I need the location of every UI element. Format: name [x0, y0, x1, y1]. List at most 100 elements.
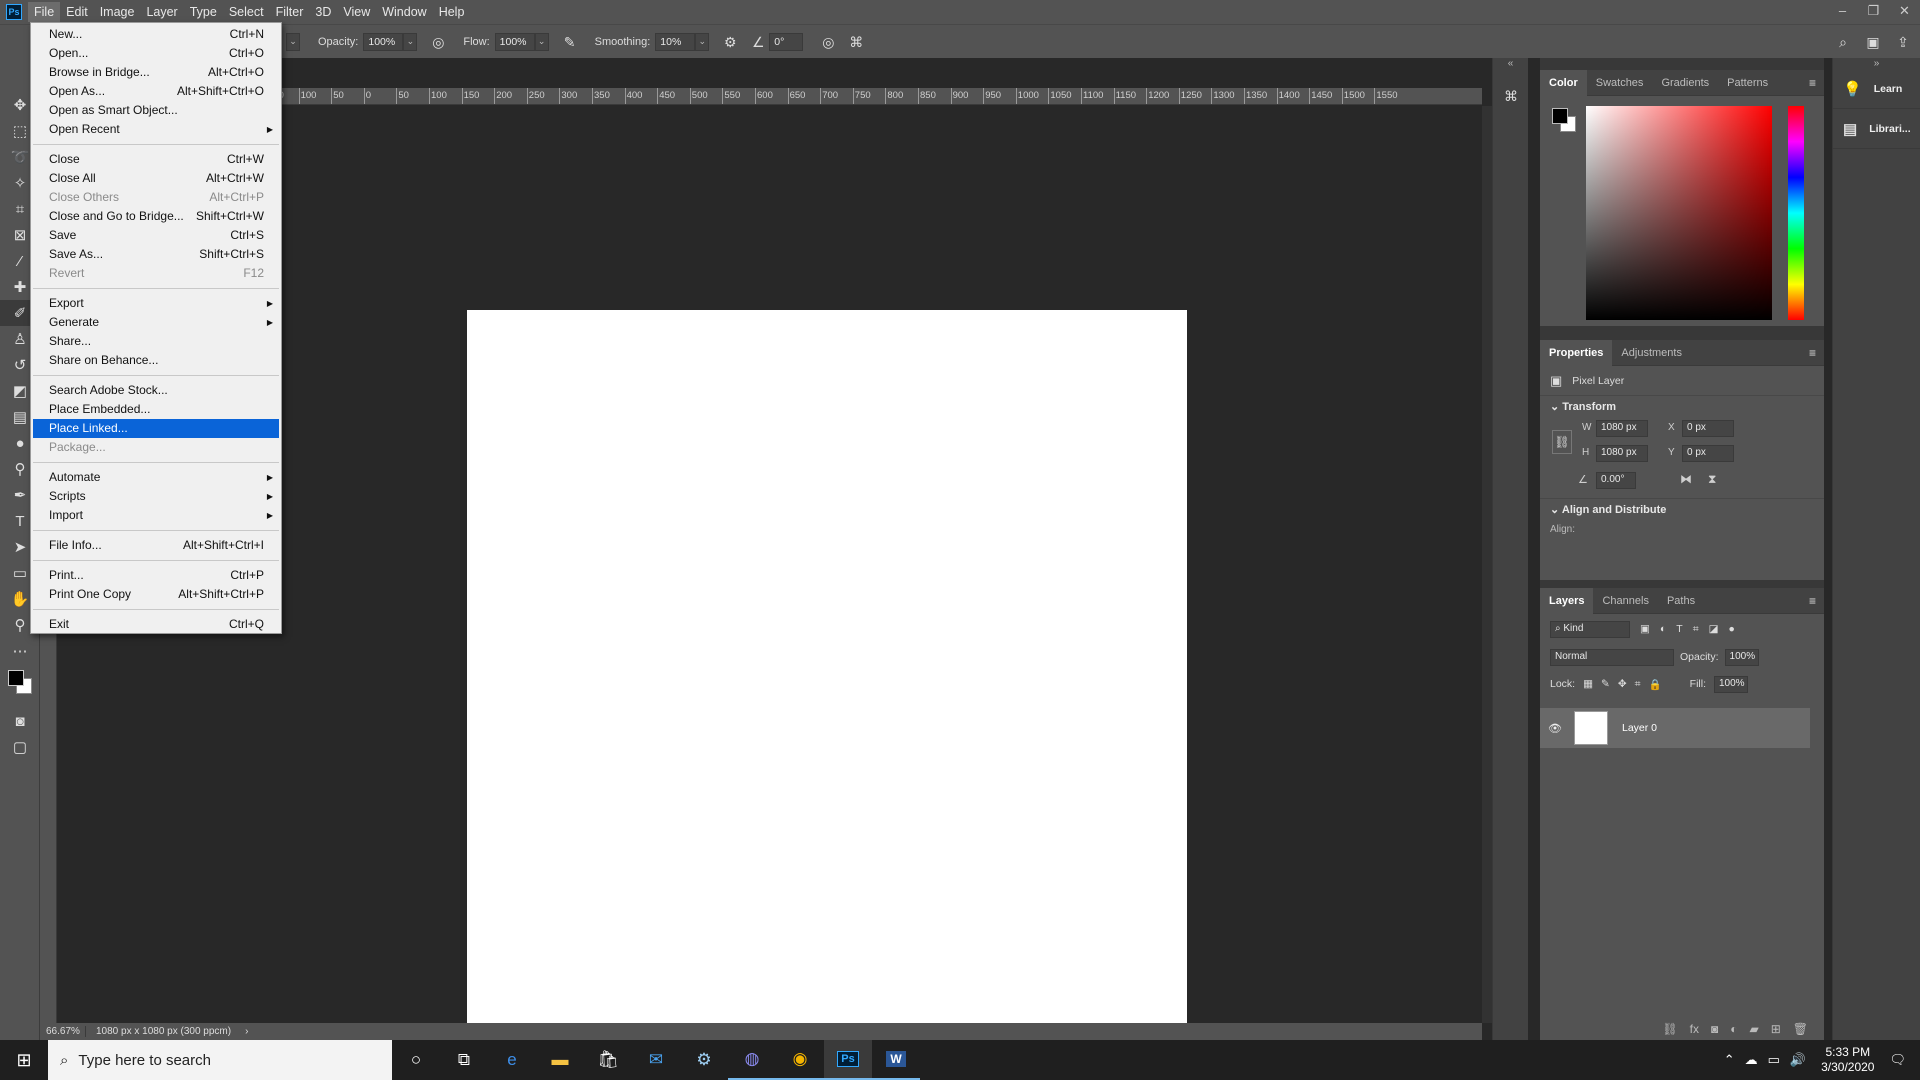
file-menu-item-file-info[interactable]: File Info... Alt+Shift+Ctrl+I: [31, 536, 281, 555]
menu-view[interactable]: View: [337, 2, 376, 22]
smoothing-caret[interactable]: ⌄: [695, 32, 710, 51]
new-layer-icon[interactable]: ⊞: [1771, 1022, 1781, 1036]
collapse-icon[interactable]: »: [1833, 58, 1920, 69]
file-menu-item-close-and-go-to-bridge[interactable]: Close and Go to Bridge... Shift+Ctrl+W: [31, 207, 281, 226]
tab-paths[interactable]: Paths: [1658, 588, 1704, 614]
filter-toggle-icon[interactable]: ●: [1729, 623, 1735, 635]
history-panel-icon[interactable]: ⌘: [1493, 81, 1529, 111]
color-field[interactable]: [1586, 106, 1772, 320]
file-menu-item-save[interactable]: Save Ctrl+S: [31, 226, 281, 245]
tab-swatches[interactable]: Swatches: [1587, 70, 1653, 96]
trash-icon[interactable]: 🗑: [1793, 1022, 1808, 1036]
gear-icon[interactable]: ⚙: [719, 31, 741, 53]
panel-menu-icon[interactable]: ≡: [1809, 76, 1816, 90]
flip-horizontal-icon[interactable]: ⧓: [1680, 472, 1692, 486]
vertical-scrollbar[interactable]: [1482, 106, 1492, 1023]
flow-field[interactable]: 100%: [494, 32, 535, 51]
height-field[interactable]: 1080 px: [1596, 445, 1648, 462]
file-menu-item-save-as[interactable]: Save As... Shift+Ctrl+S: [31, 245, 281, 264]
file-menu-item-automate[interactable]: Automate ▶: [31, 468, 281, 487]
cortana-icon[interactable]: ○: [392, 1040, 440, 1080]
link-icon[interactable]: ⛓: [1552, 430, 1572, 454]
tab-layers[interactable]: Layers: [1540, 587, 1594, 614]
learn-panel-button[interactable]: 💡 Learn: [1833, 69, 1920, 109]
transform-section-title[interactable]: ⌄ Transform: [1540, 396, 1824, 418]
file-explorer-icon[interactable]: ▬: [536, 1040, 584, 1080]
steam-icon[interactable]: ⚙: [680, 1040, 728, 1080]
file-menu-item-search-adobe-stock[interactable]: Search Adobe Stock...: [31, 381, 281, 400]
opacity-caret[interactable]: ⌄: [403, 32, 418, 51]
file-menu-item-browse-in-bridge[interactable]: Browse in Bridge... Alt+Ctrl+O: [31, 63, 281, 82]
pressure-opacity-icon[interactable]: ◎: [427, 31, 449, 53]
filter-adjustment-icon[interactable]: ◐: [1660, 623, 1666, 635]
zoom-level[interactable]: 66.67%: [40, 1026, 86, 1037]
adjustment-layer-icon[interactable]: ◐: [1730, 1022, 1737, 1036]
width-field[interactable]: 1080 px: [1596, 420, 1648, 437]
foreground-color-swatch[interactable]: [8, 670, 24, 686]
restore-button[interactable]: ❐: [1858, 0, 1889, 24]
menu-image[interactable]: Image: [94, 2, 141, 22]
lock-pixels-icon[interactable]: ✎: [1601, 678, 1610, 690]
file-menu-item-scripts[interactable]: Scripts ▶: [31, 487, 281, 506]
discord-icon[interactable]: ◍: [728, 1040, 776, 1080]
file-menu-item-open-as-smart-object[interactable]: Open as Smart Object...: [31, 101, 281, 120]
align-section-title[interactable]: ⌄ Align and Distribute: [1540, 498, 1824, 520]
file-menu-item-new[interactable]: New... Ctrl+N: [31, 25, 281, 44]
file-menu-item-print-one-copy[interactable]: Print One Copy Alt+Shift+Ctrl+P: [31, 585, 281, 604]
layer-name[interactable]: Layer 0: [1622, 722, 1657, 734]
search-icon[interactable]: ⌕: [1832, 31, 1854, 53]
tab-adjustments[interactable]: Adjustments: [1612, 340, 1691, 366]
chevron-up-icon[interactable]: ⌃: [1724, 1052, 1735, 1068]
document-canvas[interactable]: [467, 310, 1187, 1030]
close-button[interactable]: ✕: [1889, 0, 1920, 24]
fx-icon[interactable]: fx: [1690, 1022, 1699, 1036]
file-menu-item-generate[interactable]: Generate ▶: [31, 313, 281, 332]
blend-mode-dropdown[interactable]: Normal: [1550, 648, 1674, 666]
file-menu-item-share[interactable]: Share...: [31, 332, 281, 351]
network-icon[interactable]: ▭: [1768, 1052, 1780, 1068]
quick-mask-icon[interactable]: ◙: [0, 708, 40, 734]
menu-edit[interactable]: Edit: [60, 2, 94, 22]
link-layers-icon[interactable]: ⛓: [1662, 1022, 1677, 1036]
panel-menu-icon[interactable]: ≡: [1809, 594, 1816, 608]
lock-all-icon[interactable]: 🔒: [1649, 678, 1662, 691]
menu-select[interactable]: Select: [223, 2, 270, 22]
filter-pixel-icon[interactable]: ▣: [1640, 623, 1650, 635]
tab-channels[interactable]: Channels: [1593, 588, 1657, 614]
file-menu-item-export[interactable]: Export ▶: [31, 294, 281, 313]
symmetry-icon[interactable]: ⌘: [845, 31, 867, 53]
add-mask-icon[interactable]: ◙: [1711, 1022, 1718, 1036]
workspace-icon[interactable]: ▣: [1862, 31, 1884, 53]
menu-help[interactable]: Help: [433, 2, 471, 22]
filter-kind-dropdown[interactable]: ⌕ Kind: [1550, 620, 1630, 638]
menu-layer[interactable]: Layer: [140, 2, 183, 22]
file-menu-item-print[interactable]: Print... Ctrl+P: [31, 566, 281, 585]
flow-caret[interactable]: ⌄: [534, 32, 549, 51]
store-icon[interactable]: 🛍: [584, 1040, 632, 1080]
lock-artboard-icon[interactable]: ⌗: [1635, 678, 1641, 691]
file-menu-item-import[interactable]: Import ▶: [31, 506, 281, 525]
file-menu-item-place-embedded[interactable]: Place Embedded...: [31, 400, 281, 419]
airbrush-icon[interactable]: ✎: [559, 31, 581, 53]
taskbar-clock[interactable]: 5:33 PM 3/30/2020: [1821, 1045, 1874, 1075]
file-menu-item-place-linked[interactable]: Place Linked...: [33, 419, 279, 438]
taskbar-search-box[interactable]: ⌕ Type here to search: [48, 1040, 392, 1080]
filter-type-icon[interactable]: T: [1676, 623, 1682, 635]
file-menu-item-open[interactable]: Open... Ctrl+O: [31, 44, 281, 63]
visibility-eye-icon[interactable]: 👁: [1548, 722, 1566, 735]
photoshop-taskbar-icon[interactable]: Ps: [824, 1040, 872, 1080]
menu-type[interactable]: Type: [184, 2, 223, 22]
x-field[interactable]: 0 px: [1682, 420, 1734, 437]
lock-position-icon[interactable]: ✥: [1618, 678, 1627, 690]
file-menu-item-close[interactable]: Close Ctrl+W: [31, 150, 281, 169]
opacity-field[interactable]: 100%: [363, 32, 404, 51]
minimize-button[interactable]: –: [1827, 0, 1858, 24]
mail-icon[interactable]: ✉: [632, 1040, 680, 1080]
tab-gradients[interactable]: Gradients: [1652, 70, 1718, 96]
volume-icon[interactable]: 🔊: [1790, 1052, 1806, 1068]
chrome-icon[interactable]: ◉: [776, 1040, 824, 1080]
menu-window[interactable]: Window: [376, 2, 432, 22]
word-icon[interactable]: W: [872, 1040, 920, 1080]
angle-field[interactable]: 0°: [769, 32, 804, 51]
libraries-panel-button[interactable]: ▤ Librari...: [1833, 109, 1920, 149]
